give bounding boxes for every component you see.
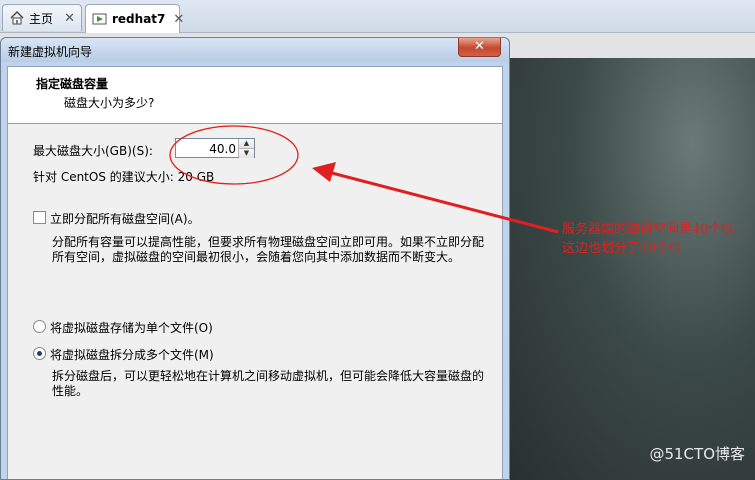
annotation-text: 服务器端的磁盘空间是40个G，这边也划分了40个G [562,222,745,256]
arrow-head-icon [312,162,336,182]
highlight-ellipse [169,125,299,185]
annotation-arrow [327,170,559,234]
